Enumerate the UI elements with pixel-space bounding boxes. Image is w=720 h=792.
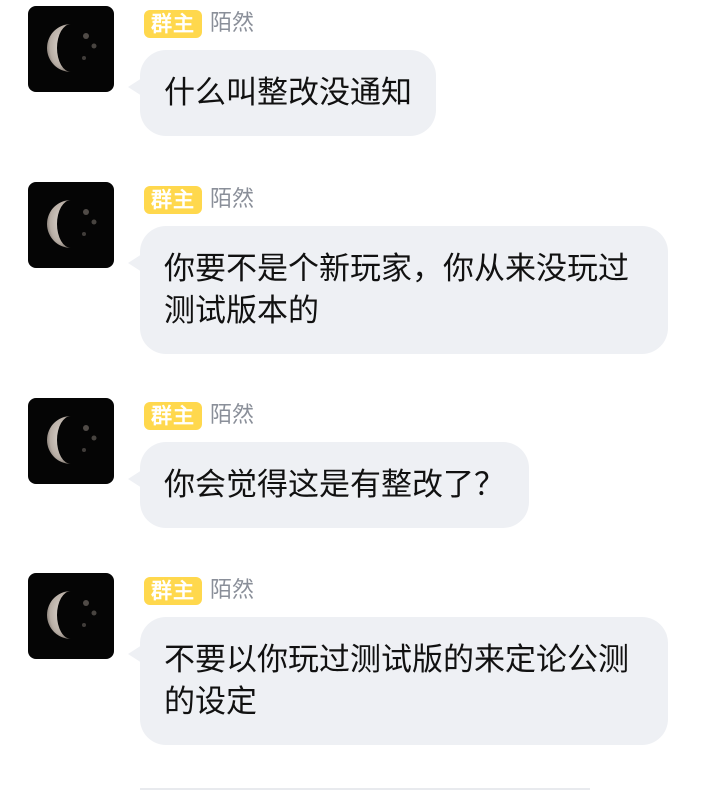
message-text: 你要不是个新玩家，你从来没玩过测试版本的 <box>164 251 629 329</box>
group-owner-badge: 群主 <box>144 577 202 605</box>
sender-name[interactable]: 陌然 <box>210 577 254 605</box>
sender-name[interactable]: 陌然 <box>210 10 254 38</box>
message-meta: 群主 陌然 <box>144 8 254 40</box>
message-meta: 群主 陌然 <box>144 575 254 607</box>
avatar[interactable] <box>28 398 114 484</box>
sender-name[interactable]: 陌然 <box>210 402 254 430</box>
message-meta: 群主 陌然 <box>144 400 254 432</box>
half-moon-icon <box>47 200 97 248</box>
avatar[interactable] <box>28 6 114 92</box>
message-bubble[interactable]: 什么叫整改没通知 <box>128 50 436 136</box>
half-moon-icon <box>47 416 97 464</box>
group-owner-badge: 群主 <box>144 402 202 430</box>
group-owner-badge: 群主 <box>144 10 202 38</box>
message-text: 什么叫整改没通知 <box>164 75 412 111</box>
message-meta: 群主 陌然 <box>144 184 254 216</box>
avatar[interactable] <box>28 573 114 659</box>
message-text: 不要以你玩过测试版的来定论公测的设定 <box>164 642 629 720</box>
group-owner-badge: 群主 <box>144 186 202 214</box>
message-bubble[interactable]: 你会觉得这是有整改了？ <box>128 442 529 528</box>
chat-message-list: 群主 陌然 什么叫整改没通知 群主 陌然 你要不是个新玩家，你从来没玩过测试版本… <box>0 0 720 792</box>
sender-name[interactable]: 陌然 <box>210 186 254 214</box>
message-bubble[interactable]: 你要不是个新玩家，你从来没玩过测试版本的 <box>128 226 668 354</box>
half-moon-icon <box>47 24 97 72</box>
partial-message-edge <box>140 788 590 790</box>
avatar[interactable] <box>28 182 114 268</box>
message-bubble[interactable]: 不要以你玩过测试版的来定论公测的设定 <box>128 617 668 745</box>
half-moon-icon <box>47 591 97 639</box>
message-text: 你会觉得这是有整改了？ <box>164 467 505 503</box>
